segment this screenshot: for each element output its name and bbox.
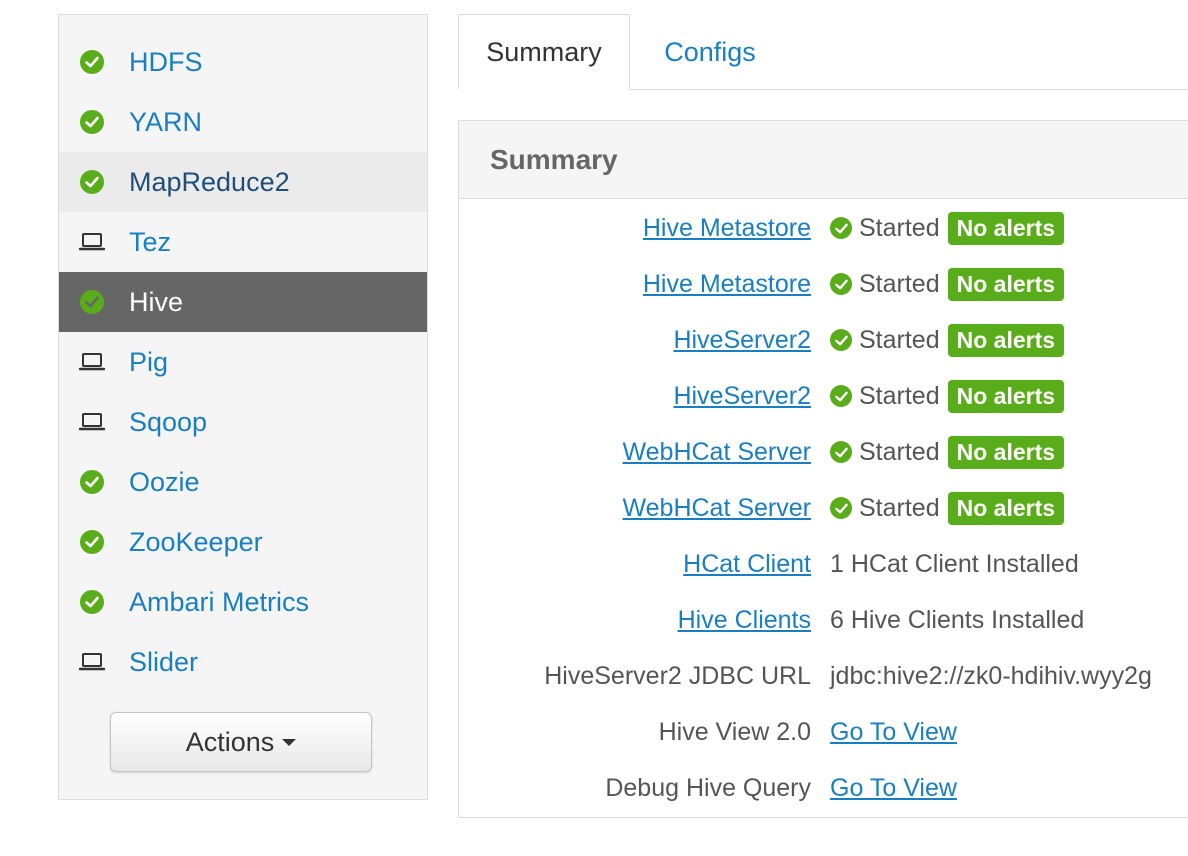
check-circle-icon bbox=[79, 589, 105, 615]
sidebar-item-pig[interactable]: Pig bbox=[59, 332, 427, 392]
sidebar-item-label: MapReduce2 bbox=[129, 166, 290, 197]
sidebar-item-zookeeper[interactable]: ZooKeeper bbox=[59, 512, 427, 572]
jdbc-url-label: HiveServer2 JDBC URL bbox=[544, 661, 811, 690]
tab-configs[interactable]: Configs bbox=[640, 14, 780, 90]
sidebar-item-ambari-metrics[interactable]: Ambari Metrics bbox=[59, 572, 427, 632]
services-sidebar: HDFS YARN MapReduce2 Tez Hive Pig Sqoop bbox=[58, 14, 428, 800]
sidebar-item-oozie[interactable]: Oozie bbox=[59, 452, 427, 512]
component-link-hcat-client[interactable]: HCat Client bbox=[683, 550, 811, 578]
summary-row: WebHCat Server Started No alerts bbox=[459, 424, 1188, 480]
component-link-hive-clients[interactable]: Hive Clients bbox=[678, 606, 811, 634]
sidebar-item-label: Tez bbox=[129, 226, 172, 257]
installed-count-text: 1 HCat Client Installed bbox=[830, 549, 1079, 578]
debug-hive-query-label: Debug Hive Query bbox=[605, 773, 811, 802]
check-circle-icon bbox=[830, 273, 852, 295]
installed-count-text: 6 Hive Clients Installed bbox=[830, 605, 1085, 634]
tab-summary[interactable]: Summary bbox=[458, 14, 630, 90]
sidebar-item-label: Hive bbox=[129, 286, 184, 317]
summary-rows: Hive Metastore Started No alerts Hive Me… bbox=[459, 200, 1188, 816]
summary-row: Hive View 2.0 Go To View bbox=[459, 704, 1188, 760]
summary-row: Debug Hive Query Go To View bbox=[459, 760, 1188, 816]
check-circle-icon bbox=[79, 529, 105, 555]
tab-summary-label: Summary bbox=[486, 36, 602, 67]
component-link-webhcat-server[interactable]: WebHCat Server bbox=[623, 494, 812, 522]
service-list: HDFS YARN MapReduce2 Tez Hive Pig Sqoop bbox=[59, 32, 427, 692]
go-to-view-link[interactable]: Go To View bbox=[830, 774, 957, 803]
sidebar-item-tez[interactable]: Tez bbox=[59, 212, 427, 272]
component-link-hiveserver2[interactable]: HiveServer2 bbox=[673, 326, 811, 354]
status-text: Started bbox=[859, 269, 940, 298]
status-text: Started bbox=[859, 213, 940, 242]
laptop-icon bbox=[79, 229, 105, 255]
check-circle-icon bbox=[79, 109, 105, 135]
caret-down-icon bbox=[282, 738, 297, 746]
component-link-hive-metastore[interactable]: Hive Metastore bbox=[643, 270, 811, 298]
summary-row: Hive Metastore Started No alerts bbox=[459, 256, 1188, 312]
panel-title: Summary bbox=[490, 143, 618, 175]
actions-button[interactable]: Actions bbox=[110, 712, 372, 772]
summary-row: Hive Metastore Started No alerts bbox=[459, 200, 1188, 256]
tab-configs-label: Configs bbox=[664, 36, 756, 67]
service-tabs: Summary Configs bbox=[458, 14, 1188, 90]
sidebar-item-label: Slider bbox=[129, 646, 199, 677]
check-circle-icon bbox=[79, 169, 105, 195]
summary-row: HiveServer2 Started No alerts bbox=[459, 312, 1188, 368]
summary-row: WebHCat Server Started No alerts bbox=[459, 480, 1188, 536]
alerts-badge[interactable]: No alerts bbox=[947, 323, 1065, 357]
check-circle-icon bbox=[79, 289, 105, 315]
sidebar-item-label: ZooKeeper bbox=[129, 526, 263, 557]
alerts-badge[interactable]: No alerts bbox=[947, 379, 1065, 413]
laptop-icon bbox=[79, 349, 105, 375]
status-text: Started bbox=[859, 381, 940, 410]
check-circle-icon bbox=[79, 469, 105, 495]
sidebar-item-label: Pig bbox=[129, 346, 169, 377]
sidebar-item-hive[interactable]: Hive bbox=[59, 272, 427, 332]
sidebar-item-label: Sqoop bbox=[129, 406, 208, 437]
summary-row: HiveServer2 JDBC URL jdbc:hive2://zk0-hd… bbox=[459, 648, 1188, 704]
summary-panel-header: Summary bbox=[459, 121, 1188, 199]
sidebar-item-yarn[interactable]: YARN bbox=[59, 92, 427, 152]
alerts-badge[interactable]: No alerts bbox=[947, 211, 1065, 245]
summary-row: Hive Clients 6 Hive Clients Installed bbox=[459, 592, 1188, 648]
check-circle-icon bbox=[830, 385, 852, 407]
sidebar-item-label: Ambari Metrics bbox=[129, 586, 310, 617]
summary-panel: Summary Hive Metastore Started No alerts… bbox=[458, 120, 1188, 818]
sidebar-item-label: Oozie bbox=[129, 466, 200, 497]
status-text: Started bbox=[859, 325, 940, 354]
check-circle-icon bbox=[830, 497, 852, 519]
sidebar-item-label: YARN bbox=[129, 106, 203, 137]
hive-view-label: Hive View 2.0 bbox=[658, 717, 811, 746]
actions-button-label: Actions bbox=[185, 726, 275, 757]
sidebar-item-mapreduce2[interactable]: MapReduce2 bbox=[59, 152, 427, 212]
laptop-icon bbox=[79, 409, 105, 435]
go-to-view-link[interactable]: Go To View bbox=[830, 718, 957, 747]
sidebar-item-sqoop[interactable]: Sqoop bbox=[59, 392, 427, 452]
sidebar-item-label: HDFS bbox=[129, 46, 203, 77]
component-link-webhcat-server[interactable]: WebHCat Server bbox=[623, 438, 812, 466]
jdbc-url-value: jdbc:hive2://zk0-hdihiv.wyy2g bbox=[830, 661, 1152, 690]
check-circle-icon bbox=[79, 49, 105, 75]
alerts-badge[interactable]: No alerts bbox=[947, 267, 1065, 301]
check-circle-icon bbox=[830, 217, 852, 239]
sidebar-item-slider[interactable]: Slider bbox=[59, 632, 427, 692]
alerts-badge[interactable]: No alerts bbox=[947, 491, 1065, 525]
component-link-hiveserver2[interactable]: HiveServer2 bbox=[673, 382, 811, 410]
check-circle-icon bbox=[830, 329, 852, 351]
status-text: Started bbox=[859, 437, 940, 466]
laptop-icon bbox=[79, 649, 105, 675]
check-circle-icon bbox=[830, 441, 852, 463]
sidebar-item-hdfs[interactable]: HDFS bbox=[59, 32, 427, 92]
status-text: Started bbox=[859, 493, 940, 522]
alerts-badge[interactable]: No alerts bbox=[947, 435, 1065, 469]
component-link-hive-metastore[interactable]: Hive Metastore bbox=[643, 214, 811, 242]
summary-row: HiveServer2 Started No alerts bbox=[459, 368, 1188, 424]
summary-row: HCat Client 1 HCat Client Installed bbox=[459, 536, 1188, 592]
